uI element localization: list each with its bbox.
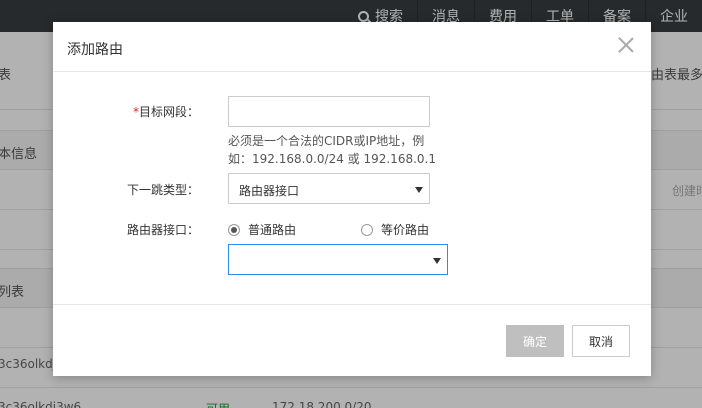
radio-ecmp-route[interactable]: 等价路由: [361, 221, 429, 238]
cidr-hint-line1: 必须是一个合法的CIDR或IP地址，例: [228, 134, 425, 148]
radio-unchecked-icon: [361, 223, 373, 236]
cidr-hint-line2: 如：192.168.0.0/24 或 192.168.0.1: [228, 152, 436, 166]
next-hop-type-select[interactable]: 路由器接口: [228, 173, 430, 204]
dialog-header: 添加路由: [53, 22, 651, 72]
router-interface-select[interactable]: [228, 244, 448, 275]
close-icon[interactable]: [617, 36, 635, 54]
radio-checked-icon: [228, 223, 240, 236]
radio-ecmp-route-label: 等价路由: [381, 223, 430, 237]
target-cidr-label: *目标网段：: [133, 103, 199, 120]
next-hop-type-label: 下一跳类型：: [126, 183, 199, 197]
dialog-footer: 确定 取消: [53, 304, 651, 376]
radio-normal-route-label: 普通路由: [248, 223, 297, 237]
cancel-button[interactable]: 取消: [572, 325, 630, 357]
confirm-button[interactable]: 确定: [506, 325, 564, 357]
add-route-dialog: 添加路由 *目标网段： 必须是一个合法的CIDR或IP地址，例 如：192.16…: [53, 22, 651, 376]
target-cidr-label-text: 目标网段：: [138, 105, 199, 119]
next-hop-type-value: 路由器接口: [239, 184, 300, 198]
dialog-title: 添加路由: [67, 42, 123, 58]
chevron-down-icon: [415, 187, 423, 193]
chevron-down-icon: [433, 258, 441, 264]
router-interface-label: 路由器接口：: [126, 223, 199, 237]
target-cidr-input[interactable]: [228, 96, 430, 127]
radio-normal-route[interactable]: 普通路由: [228, 221, 296, 238]
